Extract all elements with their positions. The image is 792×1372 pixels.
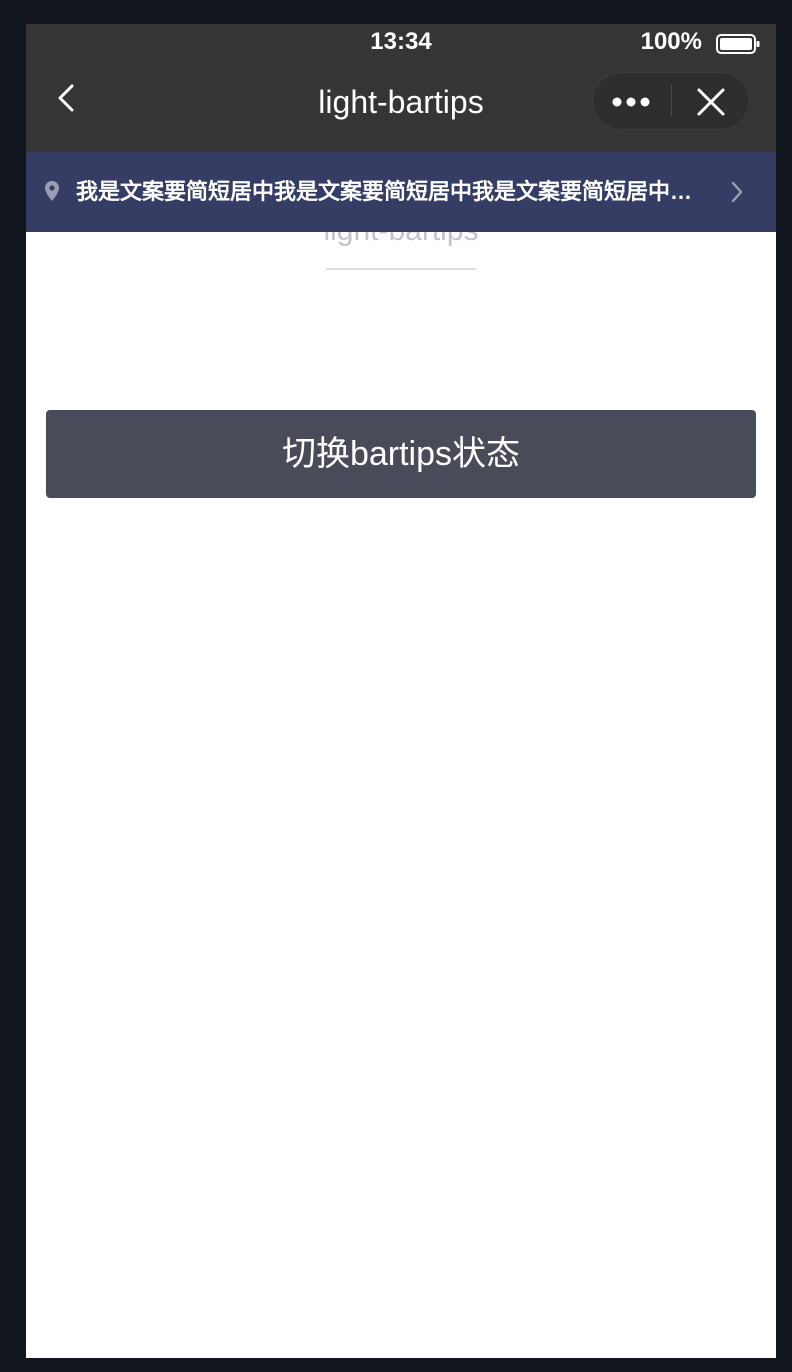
bartips-banner[interactable]: 我是文案要简短居中我是文案要简短居中我是文案要简短居中我是文案要简短居中 (26, 152, 776, 232)
close-button[interactable] (672, 73, 750, 129)
battery-percentage: 100% (640, 28, 702, 55)
more-button[interactable] (593, 73, 671, 129)
back-button[interactable] (46, 78, 86, 118)
status-bar: 13:34 100% (26, 24, 776, 64)
chevron-left-icon (58, 84, 74, 112)
heading-underline (326, 268, 476, 270)
location-pin-icon (45, 181, 59, 201)
chevron-right-icon (731, 181, 743, 203)
toggle-bartips-button[interactable]: 切换bartips状态 (46, 410, 756, 498)
bartips-text: 我是文案要简短居中我是文案要简短居中我是文案要简短居中我是文案要简短居中 (76, 179, 698, 204)
navigation-bar: light-bartips (26, 64, 776, 152)
phone-screen: 13:34 100% light-bartips 我是文案要简短居中我是文案要简… (26, 24, 776, 1358)
page-title: light-bartips (318, 84, 484, 120)
menu-capsule (592, 72, 750, 130)
close-icon (697, 88, 725, 116)
more-dots-icon (612, 97, 650, 107)
battery-icon (716, 34, 760, 54)
